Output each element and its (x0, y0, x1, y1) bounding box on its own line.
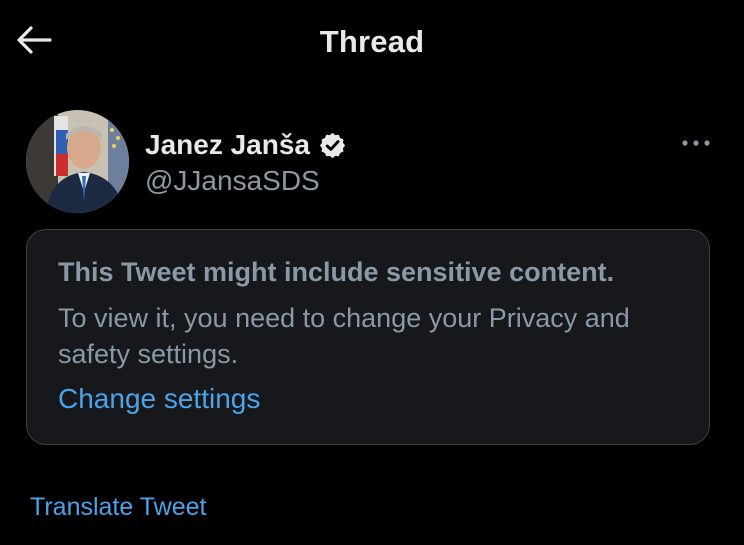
verified-badge-icon (318, 131, 347, 160)
author-handle[interactable]: @JJansaSDS (145, 163, 320, 199)
translate-tweet-link[interactable]: Translate Tweet (30, 490, 206, 524)
more-options-button[interactable] (676, 128, 716, 158)
author-name[interactable]: Janez Janša (145, 127, 310, 163)
change-settings-link[interactable]: Change settings (58, 381, 260, 417)
top-bar: Thread (0, 0, 744, 84)
sensitive-content-notice: This Tweet might include sensitive conte… (26, 229, 710, 445)
thread-screen: Thread Janez Janša @JJansaSDS This Tweet… (0, 0, 744, 545)
author-name-row: Janez Janša (145, 127, 347, 163)
page-title: Thread (319, 24, 425, 59)
avatar[interactable] (26, 110, 129, 213)
notice-title: This Tweet might include sensitive conte… (58, 257, 615, 287)
notice-body: To view it, you need to change your Priv… (58, 303, 630, 369)
tweet-author: Janez Janša @JJansaSDS (26, 110, 716, 214)
more-horizontal-icon (681, 134, 711, 152)
